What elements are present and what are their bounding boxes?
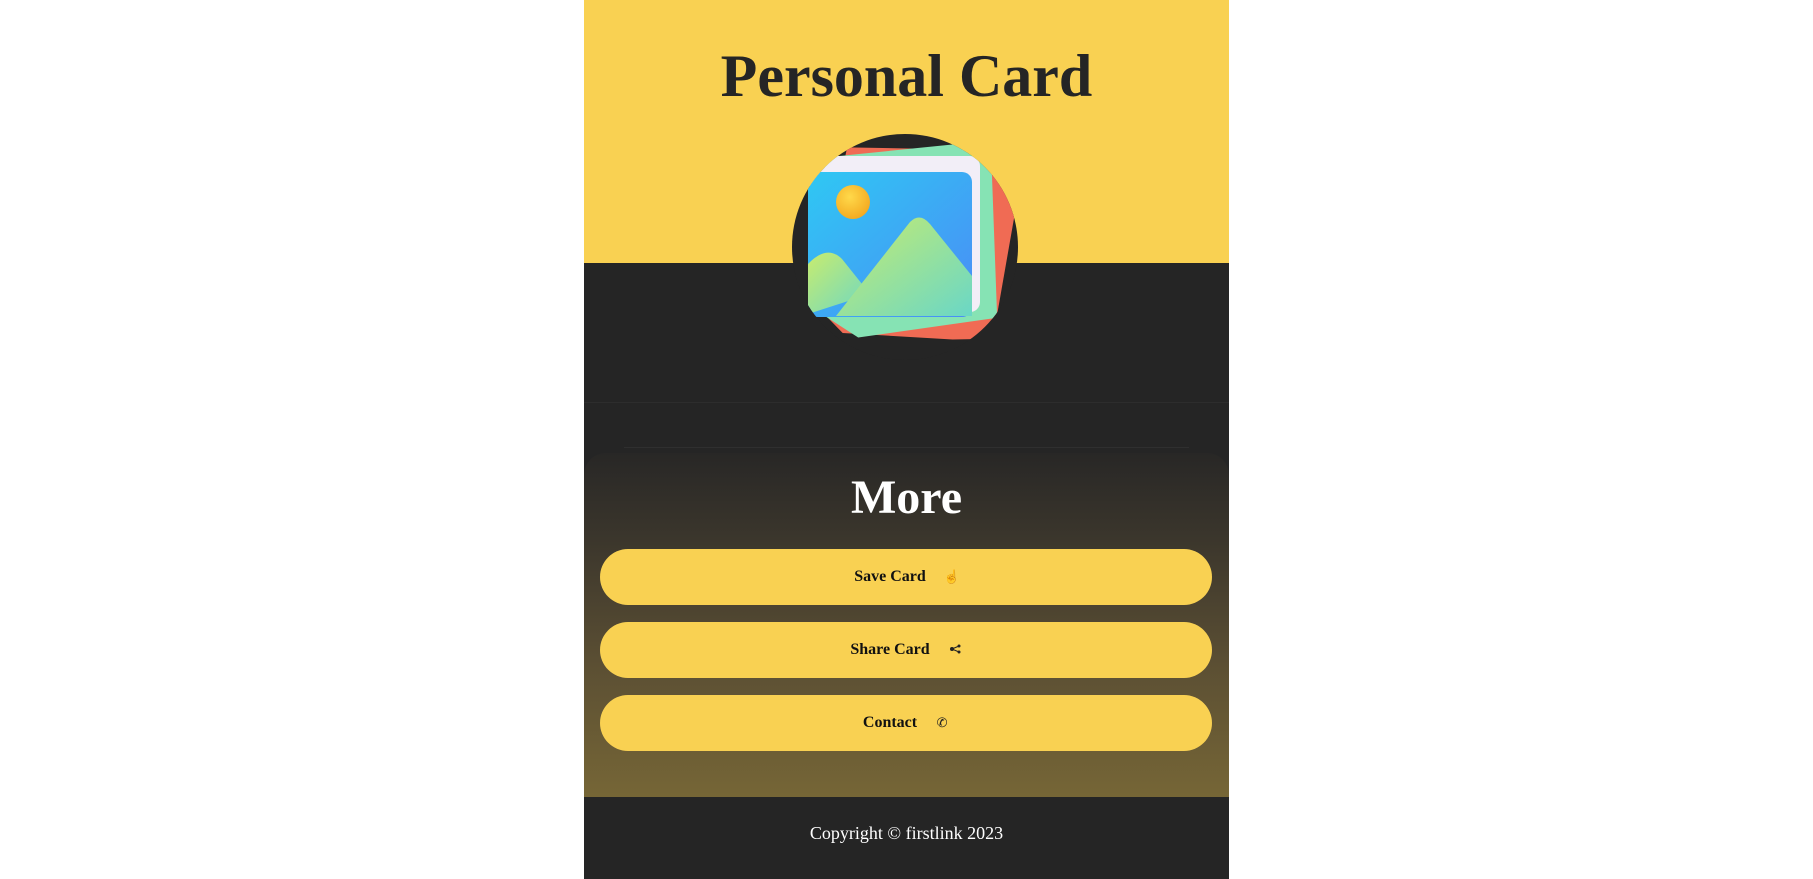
copyright-text: Copyright © firstlink 2023	[809, 823, 1004, 843]
avatar	[792, 134, 1018, 360]
save-card-label: Save Card	[854, 568, 926, 585]
page-title: Personal Card	[720, 43, 1093, 109]
share-card-button[interactable]: Share Card	[600, 622, 1212, 678]
share-icon	[948, 642, 962, 658]
contact-button[interactable]: Contact ✆	[600, 695, 1212, 751]
section-divider	[584, 402, 1229, 403]
divider-line	[624, 447, 1189, 448]
more-heading: More	[850, 471, 963, 524]
save-card-button[interactable]: Save Card ☝	[600, 549, 1212, 605]
personal-card: Personal Card More Save Card ☝ Share Car…	[584, 0, 1229, 879]
image-placeholder-icon	[808, 144, 1018, 340]
share-card-label: Share Card	[850, 641, 930, 658]
contact-label: Contact	[862, 714, 918, 731]
save-hand-icon: ☝	[943, 569, 960, 584]
phone-icon: ✆	[936, 715, 948, 730]
